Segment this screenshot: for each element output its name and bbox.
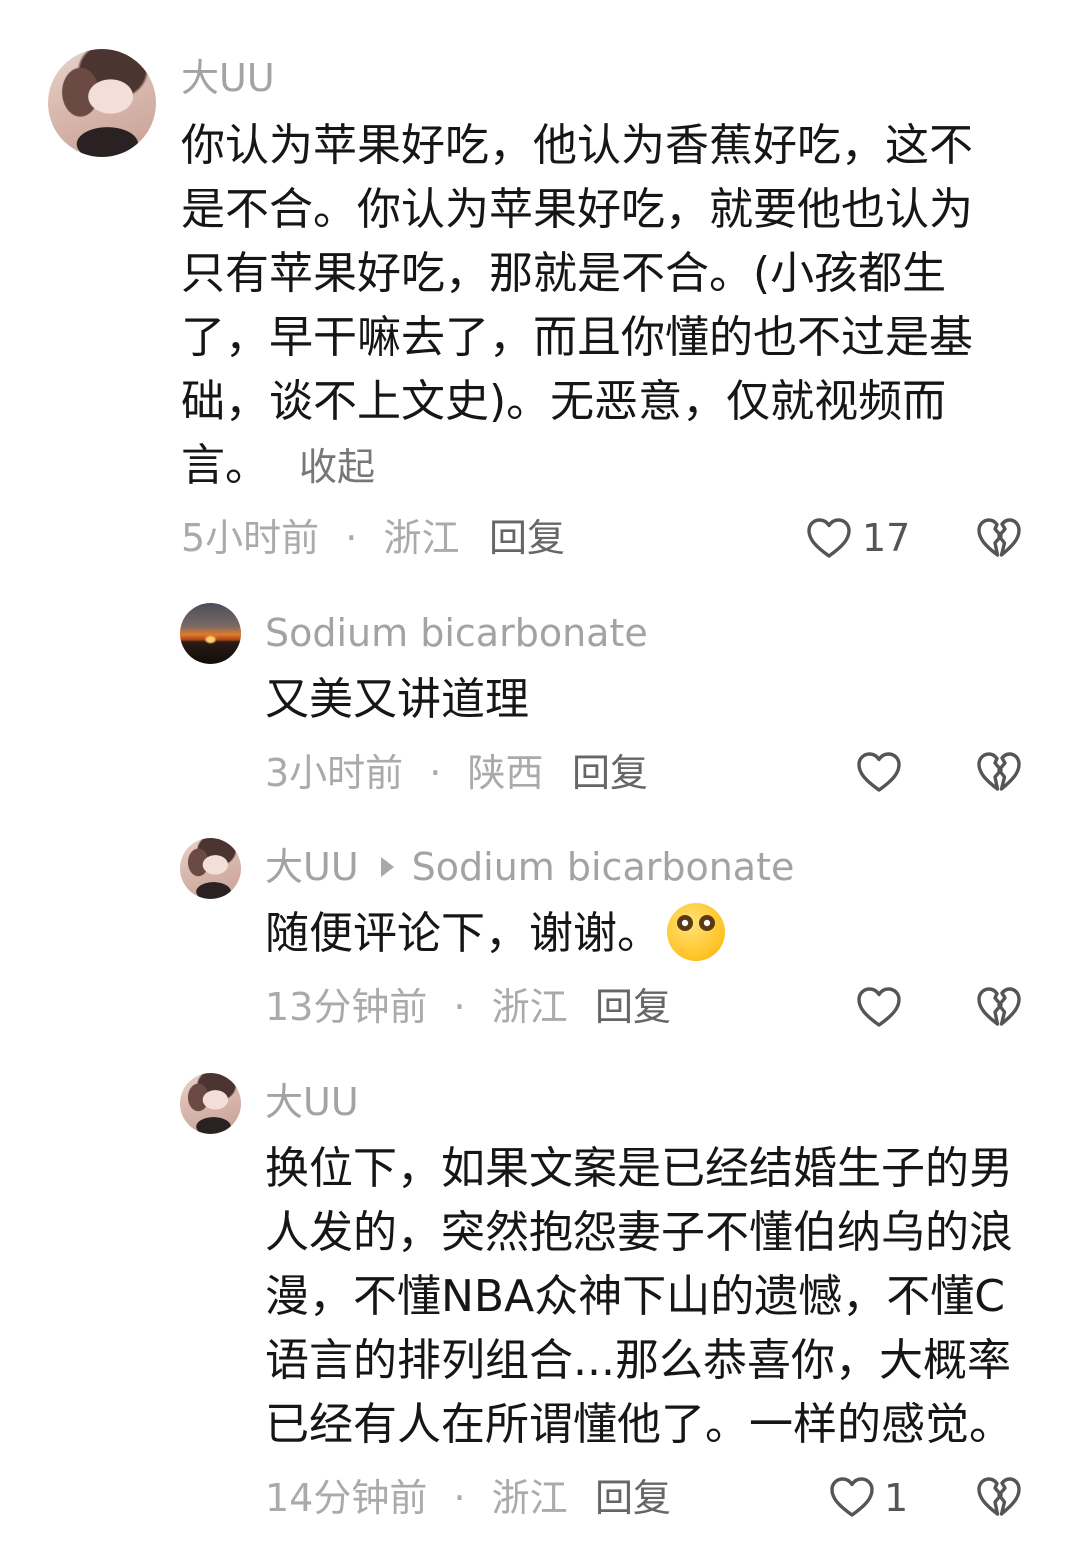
avatar[interactable] <box>180 838 241 899</box>
pleading-face-emoji <box>667 903 725 961</box>
heart-outline-icon[interactable] <box>805 515 853 563</box>
reply-button[interactable]: 回复 <box>595 1476 671 1520</box>
broken-heart-icon[interactable] <box>975 515 1023 563</box>
reply-to-author[interactable]: Sodium bicarbonate <box>412 845 795 889</box>
comment-time: 5小时前 <box>181 516 320 560</box>
avatar[interactable] <box>180 603 241 664</box>
reply-button[interactable]: 回复 <box>572 751 648 795</box>
triangle-right-icon <box>380 856 394 877</box>
broken-heart-icon[interactable] <box>975 749 1023 797</box>
broken-heart-icon[interactable] <box>975 1474 1023 1522</box>
like-count: 17 <box>862 516 911 560</box>
reply-time: 3小时前 <box>265 751 404 795</box>
reply-text: 又美又讲道理 <box>265 674 529 725</box>
meta-separator: · <box>345 516 358 560</box>
reply-author[interactable]: Sodium bicarbonate <box>265 611 648 655</box>
reply-time: 13分钟前 <box>265 985 428 1029</box>
reply-text: 随便评论下，谢谢。 <box>265 902 1025 966</box>
reply-meta: 14分钟前 · 浙江 <box>265 1476 568 1520</box>
like-count: 1 <box>884 1476 909 1520</box>
heart-outline-icon[interactable] <box>828 1474 876 1522</box>
reply-author[interactable]: 大UU <box>265 845 359 889</box>
avatar[interactable] <box>180 1073 241 1134</box>
reply-location: 陕西 <box>467 751 544 795</box>
reply-meta: 13分钟前 · 浙江 <box>265 985 568 1029</box>
reply-body: 随便评论下，谢谢。 <box>265 908 661 959</box>
meta-separator: · <box>453 1476 466 1520</box>
reply-author[interactable]: 大UU <box>265 1080 359 1124</box>
comment-body: 你认为苹果好吃，他认为香蕉好吃，这不是不合。你认为苹果好吃，就要他也认为只有苹果… <box>181 120 973 491</box>
broken-heart-icon[interactable] <box>975 984 1023 1032</box>
reply-button[interactable]: 回复 <box>489 516 565 560</box>
comment-text: 你认为苹果好吃，他认为香蕉好吃，这不是不合。你认为苹果好吃，就要他也认为只有苹果… <box>181 114 1001 499</box>
reply-text: 换位下，如果文案是已经结婚生子的男人发的，突然抱怨妻子不懂伯纳乌的浪漫，不懂NB… <box>265 1143 1013 1450</box>
reply-time: 14分钟前 <box>265 1476 428 1520</box>
reply-author-line: 大UU Sodium bicarbonate <box>265 845 794 889</box>
comment-meta: 5小时前 · 浙江 <box>181 516 459 560</box>
comment-location: 浙江 <box>383 516 460 560</box>
reply-meta: 3小时前 · 陕西 <box>265 751 543 795</box>
heart-outline-icon[interactable] <box>855 749 903 797</box>
heart-outline-icon[interactable] <box>855 984 903 1032</box>
reply-button[interactable]: 回复 <box>595 985 671 1029</box>
meta-separator: · <box>453 985 466 1029</box>
meta-separator: · <box>429 751 442 795</box>
reply-location: 浙江 <box>491 985 568 1029</box>
reply-location: 浙江 <box>491 1476 568 1520</box>
comment-author[interactable]: 大UU <box>181 56 275 100</box>
avatar[interactable] <box>48 49 156 157</box>
collapse-link[interactable]: 收起 <box>299 445 375 489</box>
